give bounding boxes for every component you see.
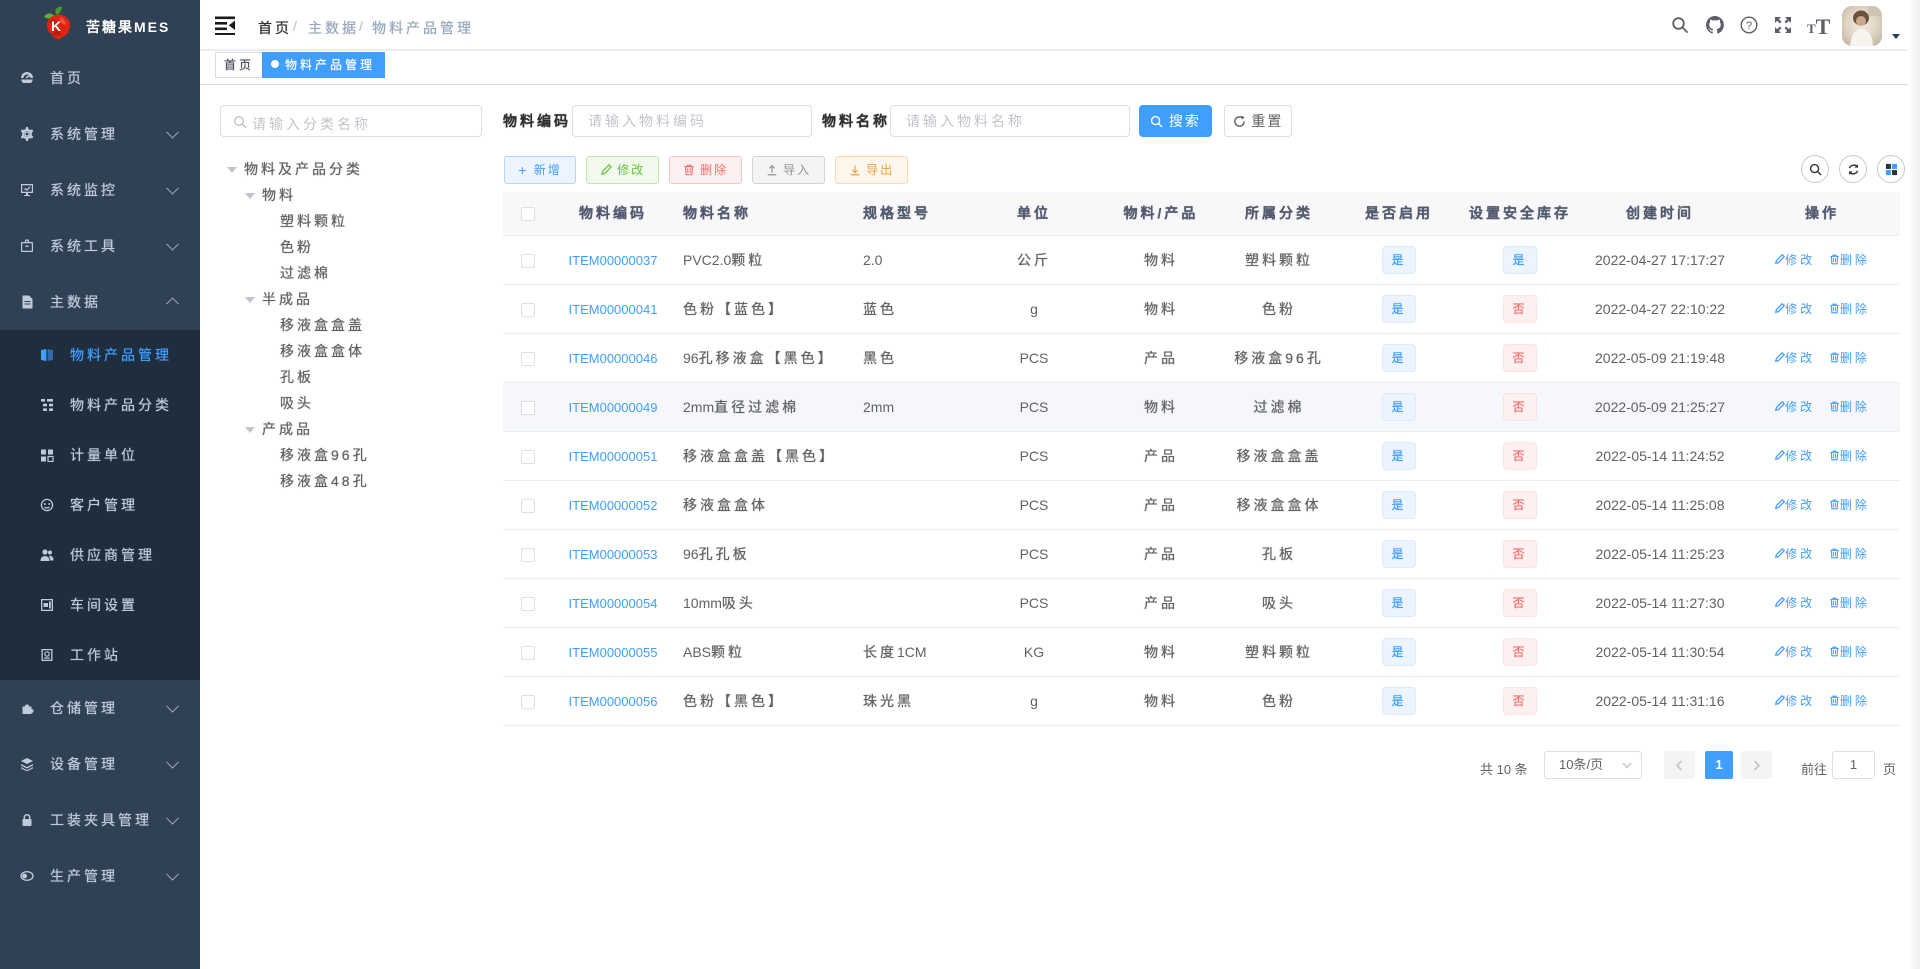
svg-text:K: K bbox=[51, 18, 61, 34]
svg-text:?: ? bbox=[1746, 20, 1752, 32]
